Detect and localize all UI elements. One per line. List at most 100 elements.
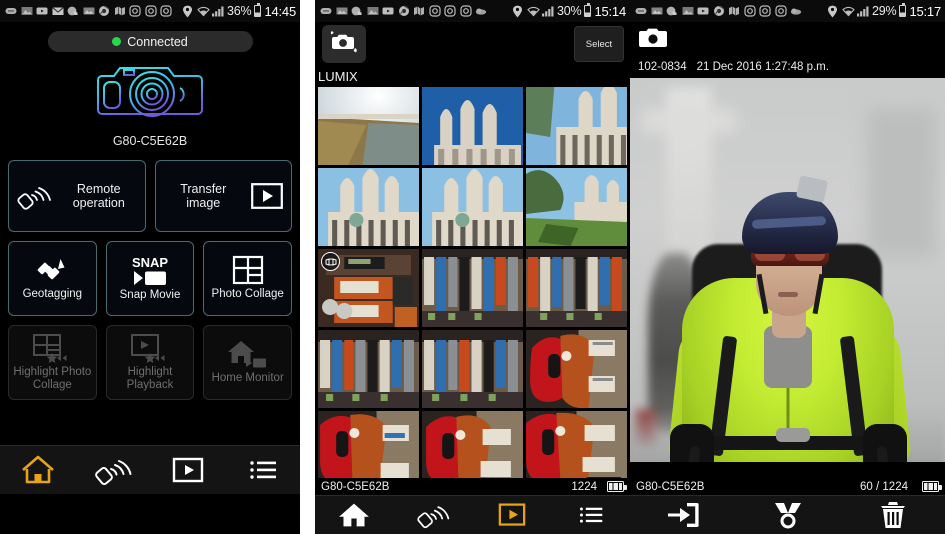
instagram-icon	[774, 5, 787, 17]
wifi-icon	[527, 5, 540, 17]
wifi-icon	[197, 5, 210, 17]
tile-highlight-photo-collage-label: Highlight Photo Collage	[13, 365, 92, 391]
chrome-icon	[398, 5, 410, 17]
battery-icon	[254, 3, 262, 17]
thumbnail-item[interactable]	[526, 330, 627, 408]
tile-remote-operation[interactable]: Remote operation	[8, 160, 146, 232]
instagram-icon	[144, 5, 157, 17]
location-pin-icon	[182, 5, 194, 18]
panel-thumbnail-grid: 30% 15:14 Select LUMIX G80-C5E62B 1224	[315, 0, 630, 534]
wifi-icon	[842, 5, 855, 17]
photo-metadata: 102-0834 21 Dec 2016 1:27:48 p.m.	[630, 57, 945, 78]
tile-highlight-playback[interactable]: Highlight Playback	[105, 325, 195, 400]
tile-geotagging[interactable]: Geotagging	[8, 241, 97, 316]
photo-icon	[682, 5, 694, 17]
thumbnail-item[interactable]	[526, 249, 627, 327]
status-bar-system-icons: 30% 15:14	[512, 3, 626, 19]
tile-row-2: Geotagging SNAP Snap Movie Photo Collage	[8, 241, 293, 316]
camera-swap-button[interactable]	[322, 25, 366, 63]
nav-remote-button[interactable]	[75, 446, 150, 494]
battery-icon	[584, 3, 592, 17]
message-icon	[320, 5, 332, 17]
panorama-badge-icon	[321, 252, 340, 271]
connection-status-label: Connected	[127, 34, 188, 49]
clock-label: 15:14	[594, 3, 626, 19]
photo-header: 102-0834 21 Dec 2016 1:27:48 p.m.	[630, 22, 945, 78]
nav-home-button[interactable]	[315, 496, 394, 534]
select-button[interactable]: Select	[574, 26, 624, 62]
delete-button[interactable]	[840, 496, 945, 534]
status-bar-notification-icons	[635, 5, 824, 17]
share-button[interactable]	[735, 496, 840, 534]
camera-model-label: G80-C5E62B	[112, 134, 188, 148]
nav-menu-button[interactable]	[225, 446, 300, 494]
cyclist-photo	[630, 78, 945, 478]
gallery-toolbar: Select	[315, 22, 630, 69]
location-pin-icon	[827, 5, 839, 18]
youtube-icon	[697, 5, 709, 17]
instagram-icon	[444, 5, 456, 17]
drive-icon	[666, 5, 678, 17]
nav-menu-button[interactable]	[551, 496, 630, 534]
status-bar-notification-icons	[5, 5, 179, 17]
gallery-icon	[336, 5, 348, 17]
home-monitor-icon	[227, 339, 269, 369]
nav-home-button[interactable]	[0, 446, 75, 494]
thumbnail-item[interactable]	[318, 168, 419, 246]
instagram-icon	[160, 5, 172, 17]
clock-label: 14:45	[264, 3, 296, 19]
tile-photo-collage[interactable]: Photo Collage	[203, 241, 293, 316]
nav-playback-button[interactable]	[473, 496, 552, 534]
status-bar-notification-icons	[320, 5, 509, 17]
thumbnail-item[interactable]	[422, 249, 523, 327]
feature-tile-grid: Remote operation Transfer image Geotaggi…	[0, 148, 300, 400]
camera-battery-icon	[922, 481, 942, 492]
maps-icon	[413, 5, 425, 17]
camera-battery-icon	[607, 481, 627, 492]
tile-snap-movie-label: Snap Movie	[119, 289, 181, 302]
camera-icon	[638, 28, 668, 54]
photo-position-label: 60 / 1224	[860, 480, 908, 493]
thumbnail-item[interactable]	[422, 87, 523, 165]
save-to-phone-button[interactable]	[630, 496, 735, 534]
nav-playback-button[interactable]	[150, 446, 225, 494]
remote-wave-icon	[17, 181, 53, 211]
thumbnail-item[interactable]	[422, 168, 523, 246]
photo-icon	[367, 5, 379, 17]
tile-row-3: Highlight Photo Collage Highlight Playba…	[8, 325, 293, 400]
battery-percent-label: 29%	[872, 4, 897, 18]
youtube-icon	[36, 5, 48, 17]
bottom-nav-panel1	[0, 445, 300, 494]
thumbnail-item[interactable]	[318, 330, 419, 408]
thumbnail-item[interactable]	[526, 168, 627, 246]
camera-source-button[interactable]	[630, 26, 945, 57]
drive-icon	[67, 5, 79, 17]
clock-label: 15:17	[909, 3, 941, 19]
svg-text:SNAP: SNAP	[132, 255, 168, 270]
nav-remote-button[interactable]	[394, 496, 473, 534]
satellite-icon	[33, 255, 71, 285]
tile-highlight-photo-collage[interactable]: Highlight Photo Collage	[8, 325, 97, 400]
highlight-collage-icon	[32, 333, 72, 363]
instagram-icon	[743, 5, 756, 17]
battery-icon	[899, 3, 907, 17]
location-pin-icon	[512, 5, 524, 18]
bottom-nav-panel2	[315, 495, 630, 534]
tile-transfer-image[interactable]: Transfer image	[154, 160, 292, 232]
camera-name-label: G80-C5E62B	[321, 480, 390, 493]
thumbnail-item[interactable]	[318, 87, 419, 165]
file-number-label: 102-0834	[638, 61, 687, 73]
cell-signal-icon	[212, 5, 224, 17]
weather-icon	[790, 5, 802, 17]
tile-highlight-playback-label: Highlight Playback	[126, 365, 174, 391]
thumbnail-item[interactable]	[526, 87, 627, 165]
thumbnail-item[interactable]	[318, 249, 419, 327]
tile-snap-movie[interactable]: SNAP Snap Movie	[105, 241, 195, 316]
photo-viewer[interactable]	[630, 78, 945, 478]
select-button-label: Select	[585, 38, 613, 50]
bottom-nav-panel3	[630, 495, 945, 534]
battery-percent-label: 36%	[227, 4, 252, 18]
tile-home-monitor[interactable]: Home Monitor	[203, 325, 293, 400]
cell-signal-icon	[857, 5, 869, 17]
thumbnail-item[interactable]	[422, 330, 523, 408]
